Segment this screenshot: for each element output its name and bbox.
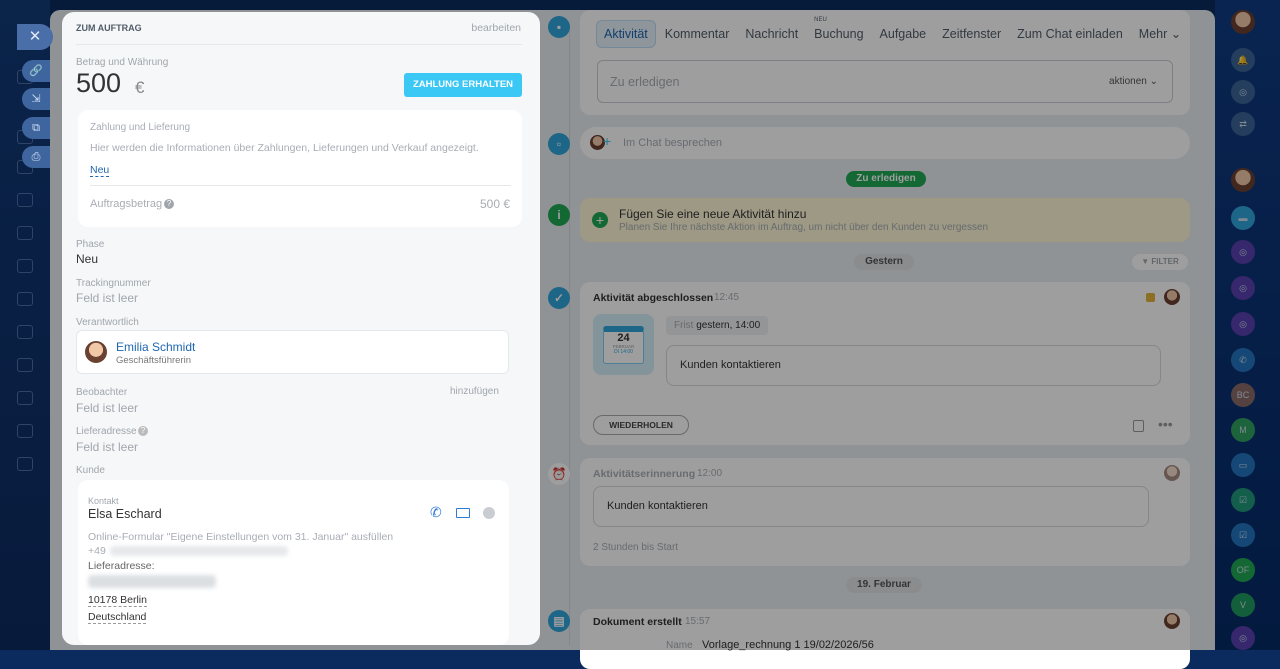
order-amount-label: Auftragsbetrag [90, 198, 163, 210]
phone-icon[interactable]: ✆ [430, 504, 442, 521]
new-link[interactable]: Neu [90, 164, 110, 177]
address-value: Feld ist leer [76, 440, 139, 454]
order-detail-panel: ZUM AUFTRAG bearbeiten Betrag und Währun… [62, 12, 540, 645]
tracking-value: Feld ist leer [76, 291, 139, 305]
delivery-address-label: Lieferadresse: [88, 560, 155, 572]
avatar [85, 341, 107, 363]
amount-value: 500 [76, 68, 122, 98]
phase-value[interactable]: Neu [76, 252, 98, 266]
divider [90, 185, 511, 186]
chat-icon[interactable] [483, 507, 495, 519]
currency: € [135, 78, 145, 97]
contact-city[interactable]: 10178 Berlin [88, 594, 147, 607]
contact-country[interactable]: Deutschland [88, 611, 147, 624]
phase-label: Phase [76, 239, 105, 250]
observers-value: Feld ist leer [76, 401, 139, 415]
tracking-label: Trackingnummer [76, 278, 151, 289]
observers-label: Beobachter [76, 387, 128, 398]
contact-source: Online-Formular "Eigene Einstellungen vo… [88, 531, 394, 543]
contact-card: Kontakt Elsa Eschard ✆ Online-Formular "… [78, 480, 509, 645]
responsible-label: Verantwortlich [76, 317, 139, 328]
copy-link-button[interactable]: 🔗 [22, 60, 50, 82]
customer-label: Kunde [76, 465, 105, 476]
close-slider-button[interactable]: ✕ [17, 24, 53, 50]
payment-delivery-box: Zahlung und Lieferung Hier werden die In… [78, 110, 522, 227]
edit-link[interactable]: bearbeiten [471, 22, 521, 34]
redacted-address [88, 575, 216, 588]
contact-type: Kontakt [88, 496, 119, 506]
add-observer-link[interactable]: hinzufügen [450, 386, 499, 397]
address-label: Lieferadresse [76, 426, 137, 437]
amount-label: Betrag und Währung [76, 57, 169, 68]
box-title: Zahlung und Lieferung [90, 122, 191, 133]
responsible-name[interactable]: Emilia Schmidt [116, 340, 195, 354]
open-new-window-button[interactable]: ⧉ [22, 117, 50, 139]
contact-name[interactable]: Elsa Eschard [88, 507, 162, 521]
help-icon[interactable]: ? [164, 199, 174, 209]
order-amount-value: 500 € [479, 197, 510, 211]
divider [76, 44, 522, 45]
help-icon[interactable]: ? [138, 426, 148, 436]
payment-received-button[interactable]: ZAHLUNG ERHALTEN [404, 73, 522, 97]
panel-title: ZUM AUFTRAG [76, 23, 142, 33]
redacted-phone [110, 546, 288, 556]
contact-phone[interactable]: +49 [88, 545, 106, 557]
responsible-role: Geschäftsführerin [116, 355, 191, 366]
download-button[interactable]: ⇲ [22, 88, 50, 110]
print-button[interactable]: ⎙ [22, 146, 50, 168]
responsible-card: Emilia Schmidt Geschäftsführerin [76, 330, 509, 374]
mail-icon[interactable] [456, 508, 470, 518]
box-info: Hier werden die Informationen über Zahlu… [90, 142, 479, 154]
